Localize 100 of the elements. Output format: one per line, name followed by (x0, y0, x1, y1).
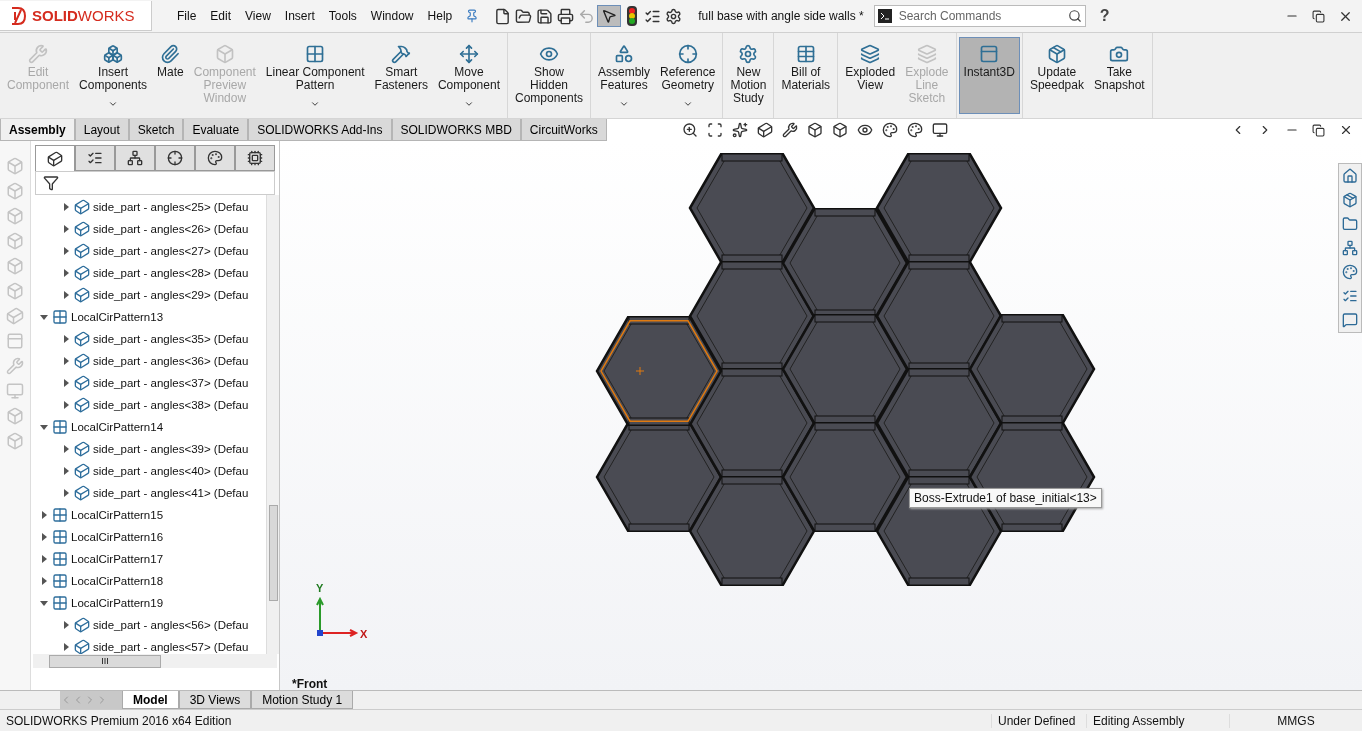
palette-icon[interactable] (906, 122, 923, 138)
ribbon-tab[interactable]: CircuitWorks (520, 119, 607, 141)
caret-icon[interactable] (682, 99, 693, 109)
menu-item[interactable]: Help (420, 9, 460, 23)
caret-icon[interactable] (619, 99, 629, 109)
tree-item[interactable]: side_part - angles<36> (Defau (93, 355, 249, 367)
tree-item[interactable]: side_part - angles<40> (Defau (93, 465, 249, 477)
panel-tab[interactable] (235, 145, 275, 171)
tree-item[interactable]: side_part - angles<25> (Defau (93, 201, 249, 213)
ribbon-tab[interactable]: Layout (74, 119, 129, 141)
command-button[interactable]: Assembly Features (593, 37, 656, 114)
menu-item[interactable]: File (170, 9, 204, 23)
folder-icon[interactable] (1342, 216, 1358, 232)
expand-caret-icon[interactable] (61, 202, 71, 212)
panel-tab[interactable] (35, 145, 75, 171)
tree-item[interactable]: LocalCirPattern15 (71, 509, 164, 521)
command-button[interactable]: Reference Geometry (655, 37, 721, 114)
tree-item[interactable]: side_part - angles<27> (Defau (93, 245, 249, 257)
menu-item[interactable]: Edit (203, 9, 239, 23)
box-icon[interactable] (806, 122, 823, 138)
select-button[interactable] (597, 5, 622, 27)
menu-item[interactable]: View (238, 9, 278, 23)
expand-caret-icon[interactable] (61, 642, 71, 652)
command-button[interactable]: Insert Components (74, 37, 153, 114)
tree-item[interactable]: side_part - angles<26> (Defau (93, 223, 249, 235)
tree-item[interactable]: side_part - angles<35> (Defau (93, 333, 249, 345)
expand-caret-icon[interactable] (39, 510, 49, 520)
command-button[interactable]: New Motion Study (725, 37, 772, 114)
tree-item[interactable]: side_part - angles<28> (Defau (93, 267, 249, 279)
new-file-icon[interactable] (494, 7, 512, 25)
ribbon-tab[interactable]: Assembly (0, 119, 75, 141)
panel-tab[interactable] (115, 145, 155, 171)
expand-caret-icon[interactable] (39, 554, 49, 564)
tree-item[interactable]: side_part - angles<37> (Defau (93, 377, 249, 389)
command-button[interactable]: Take Snapshot (1088, 37, 1150, 114)
expand-caret-icon[interactable] (39, 576, 49, 586)
expand-caret-icon[interactable] (61, 246, 71, 256)
expand-caret-icon[interactable] (61, 290, 71, 300)
package-icon[interactable] (1342, 192, 1358, 208)
tree-item[interactable]: side_part - angles<56> (Defau (93, 619, 249, 631)
panel-tab[interactable] (155, 145, 195, 171)
caret-icon[interactable] (310, 99, 321, 109)
pin-icon[interactable] (464, 9, 479, 23)
collapse-caret-icon[interactable] (39, 312, 49, 322)
command-button[interactable]: Show Hidden Components (509, 37, 588, 114)
expand-caret-icon[interactable] (61, 400, 71, 410)
menu-item[interactable]: Insert (277, 9, 322, 23)
model-tab[interactable]: Model (122, 691, 179, 709)
tree-item[interactable]: side_part - angles<41> (Defau (93, 487, 249, 499)
tree-item[interactable]: side_part - angles<38> (Defau (93, 399, 249, 411)
tree-item[interactable]: LocalCirPattern13 (71, 311, 164, 323)
menu-item[interactable]: Window (363, 9, 421, 23)
model-tab[interactable]: Motion Study 1 (251, 691, 354, 709)
sparkle-icon[interactable] (731, 122, 748, 138)
open-folder-icon[interactable] (515, 7, 533, 25)
print-icon[interactable] (557, 7, 575, 25)
expand-caret-icon[interactable] (61, 224, 71, 234)
ribbon-tab[interactable]: SOLIDWORKS Add-Ins (248, 119, 392, 141)
expand-caret-icon[interactable] (61, 356, 71, 366)
caret-icon[interactable] (108, 99, 119, 109)
ribbon-tab[interactable]: Sketch (128, 119, 184, 141)
collapse-caret-icon[interactable] (39, 422, 49, 432)
filter-icon[interactable] (43, 175, 59, 191)
expand-caret-icon[interactable] (61, 466, 71, 476)
ribbon-tab[interactable]: SOLIDWORKS MBD (391, 119, 521, 141)
network-icon[interactable] (1342, 240, 1358, 256)
ribbon-tab[interactable]: Evaluate (183, 119, 249, 141)
home-icon[interactable] (1342, 168, 1358, 184)
eye-icon[interactable] (856, 122, 873, 138)
scrollbar-thumb[interactable]: III (49, 654, 161, 668)
expand-caret-icon[interactable] (61, 334, 71, 344)
expand-caret-icon[interactable] (61, 620, 71, 630)
vertical-scrollbar[interactable] (266, 195, 279, 654)
tree-item[interactable]: LocalCirPattern16 (71, 531, 164, 543)
help-button[interactable]: ? (1099, 7, 1110, 25)
model-tab[interactable]: 3D Views (178, 691, 252, 709)
units-button[interactable]: MMGS (1229, 713, 1362, 728)
tree-item[interactable]: LocalCirPattern17 (71, 553, 164, 565)
search-icon[interactable] (1067, 9, 1082, 23)
traffic-light-icon[interactable] (626, 6, 637, 26)
monitor-icon[interactable] (931, 122, 948, 138)
command-button[interactable]: Bill of Materials (776, 37, 836, 114)
collapse-caret-icon[interactable] (39, 598, 49, 608)
caret-icon[interactable] (463, 99, 474, 109)
command-button[interactable]: Mate (152, 37, 189, 114)
expand-caret-icon[interactable] (39, 532, 49, 542)
tree-item[interactable]: LocalCirPattern19 (71, 597, 164, 609)
tree-item[interactable]: side_part - angles<57> (Defau (93, 641, 249, 653)
palette-icon[interactable] (881, 122, 898, 138)
command-button[interactable]: Linear Component Pattern (260, 37, 370, 114)
command-button[interactable]: Exploded View (840, 37, 901, 114)
tree-item[interactable]: side_part - angles<39> (Defau (93, 443, 249, 455)
settings-icon[interactable] (665, 7, 683, 25)
command-button[interactable]: Smart Fasteners (369, 37, 433, 114)
command-button[interactable]: Move Component (432, 37, 505, 114)
command-button[interactable]: Instant3D (958, 37, 1020, 114)
tree-item[interactable]: side_part - angles<29> (Defau (93, 289, 249, 301)
expand-caret-icon[interactable] (61, 488, 71, 498)
restore-icon[interactable] (1312, 9, 1325, 23)
tree-item[interactable]: LocalCirPattern14 (71, 421, 164, 433)
